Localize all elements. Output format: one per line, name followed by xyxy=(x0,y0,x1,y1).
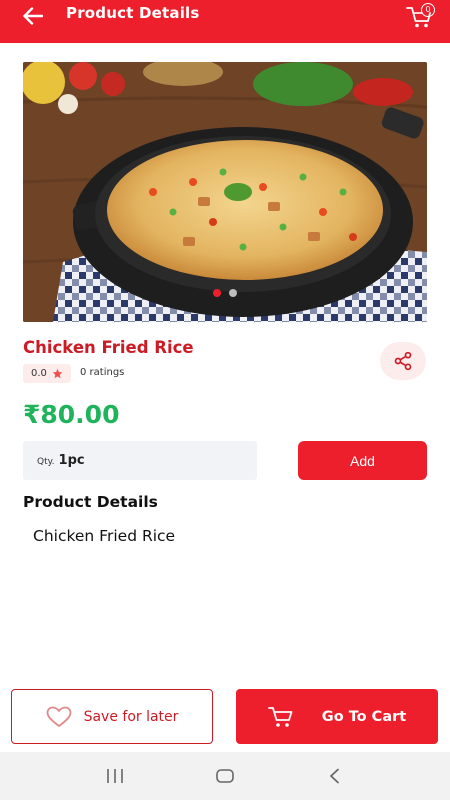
save-for-later-label: Save for later xyxy=(83,708,179,725)
product-price: ₹80.00 xyxy=(23,400,120,429)
add-button[interactable]: Add xyxy=(298,441,427,480)
back-button[interactable] xyxy=(20,3,46,29)
food-photo xyxy=(23,62,427,322)
product-details-heading: Product Details xyxy=(23,493,158,511)
app-header: Product Details 0 xyxy=(0,0,450,43)
quantity-label: Qty. xyxy=(37,457,55,467)
page-title: Product Details xyxy=(66,4,200,22)
home-button[interactable] xyxy=(205,761,245,791)
cart-button[interactable]: 0 xyxy=(406,2,436,30)
carousel-dot[interactable] xyxy=(229,289,237,297)
cart-icon xyxy=(267,706,293,727)
product-details-text: Chicken Fried Rice xyxy=(33,527,176,545)
star-icon xyxy=(52,368,63,379)
carousel-dot-active[interactable] xyxy=(213,289,221,297)
recents-button[interactable] xyxy=(95,761,135,791)
save-for-later-button[interactable]: Save for later xyxy=(11,689,213,744)
home-icon xyxy=(216,769,234,783)
go-to-cart-button[interactable]: Go To Cart xyxy=(236,689,438,744)
arrow-left-icon xyxy=(23,7,43,25)
rating-value: 0.0 xyxy=(31,368,47,379)
system-back-button[interactable] xyxy=(315,761,355,791)
cart-count-badge: 0 xyxy=(421,3,435,17)
recents-icon xyxy=(107,769,123,783)
rating-badge: 0.0 xyxy=(23,364,71,383)
product-name: Chicken Fried Rice xyxy=(23,338,194,357)
system-nav-bar xyxy=(0,752,450,800)
go-to-cart-label: Go To Cart xyxy=(321,708,407,725)
heart-icon xyxy=(46,706,71,727)
share-icon xyxy=(394,351,412,371)
product-image[interactable] xyxy=(23,62,427,322)
quantity-value: 1pc xyxy=(58,453,85,468)
quantity-selector[interactable]: Qty. 1pc xyxy=(23,441,257,480)
chevron-left-icon xyxy=(329,768,339,784)
ratings-count: 0 ratings xyxy=(80,367,125,378)
share-button[interactable] xyxy=(380,342,426,380)
carousel-indicator xyxy=(213,289,237,297)
